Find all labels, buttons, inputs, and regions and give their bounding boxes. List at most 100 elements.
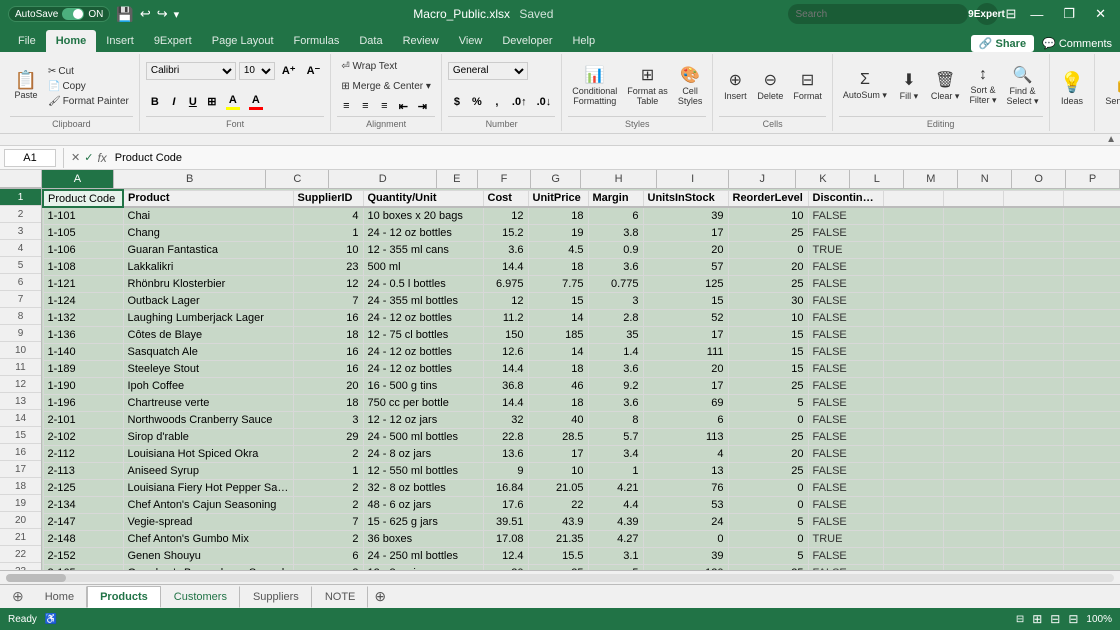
cell-r2-c11[interactable] [883,207,943,224]
cell-r21-c11[interactable] [883,530,943,547]
align-left-button[interactable]: ≡ [337,98,355,114]
cell-r13-c3[interactable]: 18 [293,394,363,411]
cell-r19-c11[interactable] [883,496,943,513]
cell-r18-c8[interactable]: 76 [643,479,728,496]
underline-button[interactable]: U [184,94,202,110]
row-num-15[interactable]: 15 [0,427,41,444]
decrease-font-button[interactable]: A⁻ [303,62,325,79]
cell-r3-c1[interactable]: 1-105 [43,224,123,241]
insert-cells-button[interactable]: ⊕ Insert [719,60,751,112]
cell-r2-c12[interactable] [943,207,1003,224]
cell-r17-c9[interactable]: 25 [728,462,808,479]
row-num-14[interactable]: 14 [0,410,41,427]
cell-r10-c2[interactable]: Sasquatch Ale [123,343,293,360]
cell-r12-c2[interactable]: Ipoh Coffee [123,377,293,394]
fill-button[interactable]: ⬇ Fill ▾ [893,60,925,112]
cell-r5-c13[interactable] [1003,258,1063,275]
cell-r6-c4[interactable]: 24 - 0.5 l bottles [363,275,483,292]
cell-r5-c6[interactable]: 18 [528,258,588,275]
cell-r12-c10[interactable]: FALSE [808,377,883,394]
cell-r10-c4[interactable]: 24 - 12 oz bottles [363,343,483,360]
save-icon[interactable]: 💾 [116,6,133,23]
cell-r11-c4[interactable]: 24 - 12 oz bottles [363,360,483,377]
cell-r9-c7[interactable]: 35 [588,326,643,343]
close-button[interactable]: ✕ [1089,6,1112,22]
cell-r4-c7[interactable]: 0.9 [588,241,643,258]
cell-r9-c3[interactable]: 18 [293,326,363,343]
cell-r4-c4[interactable]: 12 - 355 ml cans [363,241,483,258]
maximize-button[interactable]: ❐ [1057,6,1081,22]
tab-home[interactable]: Home [46,30,97,52]
cell-r10-c6[interactable]: 14 [528,343,588,360]
cell-r12-c13[interactable] [1003,377,1063,394]
col-header-k[interactable]: K [796,170,850,188]
cell-r23-c5[interactable]: 20 [483,564,528,570]
cell-r5-c10[interactable]: FALSE [808,258,883,275]
cell-r23-c12[interactable] [943,564,1003,570]
cell-r16-c4[interactable]: 24 - 8 oz jars [363,445,483,462]
cell-r8-c11[interactable] [883,309,943,326]
cell-r15-c12[interactable] [943,428,1003,445]
cell-r12-c11[interactable] [883,377,943,394]
cell-r7-c14[interactable] [1063,292,1120,309]
row-num-1[interactable]: 1 [0,189,41,206]
wrap-text-button[interactable]: ⏎ Wrap Text [337,60,401,73]
cell-r10-c10[interactable]: FALSE [808,343,883,360]
scrollbar-track[interactable] [6,574,1114,582]
cell-r18-c1[interactable]: 2-125 [43,479,123,496]
find-select-button[interactable]: 🔍 Find &Select ▾ [1002,60,1042,112]
cell-r8-c6[interactable]: 14 [528,309,588,326]
cell-r5-c14[interactable] [1063,258,1120,275]
cell-r7-c12[interactable] [943,292,1003,309]
tab-developer[interactable]: Developer [492,30,562,52]
cell-r19-c9[interactable]: 0 [728,496,808,513]
cell-r22-c2[interactable]: Genen Shouyu [123,547,293,564]
tab-page-layout[interactable]: Page Layout [202,30,284,52]
cell-r20-c10[interactable]: FALSE [808,513,883,530]
cell-r20-c14[interactable] [1063,513,1120,530]
cell-r20-c3[interactable]: 7 [293,513,363,530]
cell-r22-c13[interactable] [1003,547,1063,564]
cell-r23-c7[interactable]: 5 [588,564,643,570]
italic-button[interactable]: I [165,94,183,110]
share-button[interactable]: 🔗 Share [971,35,1034,52]
cell-r3-c11[interactable] [883,224,943,241]
copy-button[interactable]: 📄 Copy [44,80,133,93]
cell-r16-c9[interactable]: 20 [728,445,808,462]
cell-styles-button[interactable]: 🎨 CellStyles [674,60,707,112]
cell-r20-c4[interactable]: 15 - 625 g jars [363,513,483,530]
row-num-22[interactable]: 22 [0,546,41,563]
cell-r12-c12[interactable] [943,377,1003,394]
cell-r3-c2[interactable]: Chang [123,224,293,241]
merge-center-button[interactable]: ⊞ Merge & Center ▾ [337,80,435,93]
cell-r18-c9[interactable]: 0 [728,479,808,496]
cell-r15-c2[interactable]: Sirop d'rable [123,428,293,445]
decrease-decimal-button[interactable]: .0↓ [533,94,556,110]
cell-r10-c7[interactable]: 1.4 [588,343,643,360]
cell-r23-c2[interactable]: Grandma's Boysenberry Spread [123,564,293,570]
bold-button[interactable]: B [146,94,164,110]
format-cells-button[interactable]: ⊟ Format [789,60,826,112]
ideas-button[interactable]: 💡 Ideas [1056,56,1089,120]
cell-r11-c7[interactable]: 3.6 [588,360,643,377]
cell-r14-c12[interactable] [943,411,1003,428]
header-cell-3[interactable]: SupplierID [293,190,363,207]
sort-filter-button[interactable]: ↕ Sort &Filter ▾ [965,60,1000,112]
cell-r14-c7[interactable]: 8 [588,411,643,428]
cell-r17-c3[interactable]: 1 [293,462,363,479]
cell-r20-c5[interactable]: 39.51 [483,513,528,530]
add-tab-plus[interactable]: ⊕ [368,588,392,605]
cell-r5-c1[interactable]: 1-108 [43,258,123,275]
tab-view[interactable]: View [449,30,493,52]
cell-r2-c13[interactable] [1003,207,1063,224]
cell-r17-c6[interactable]: 10 [528,462,588,479]
cell-r6-c8[interactable]: 125 [643,275,728,292]
cell-r16-c12[interactable] [943,445,1003,462]
percent-button[interactable]: % [468,94,486,110]
col-header-p[interactable]: P [1066,170,1120,188]
cell-r21-c8[interactable]: 0 [643,530,728,547]
cell-r16-c13[interactable] [1003,445,1063,462]
row-num-17[interactable]: 17 [0,461,41,478]
font-color-button[interactable]: A [245,92,267,112]
header-cell-10[interactable]: Discontinued [808,190,883,207]
